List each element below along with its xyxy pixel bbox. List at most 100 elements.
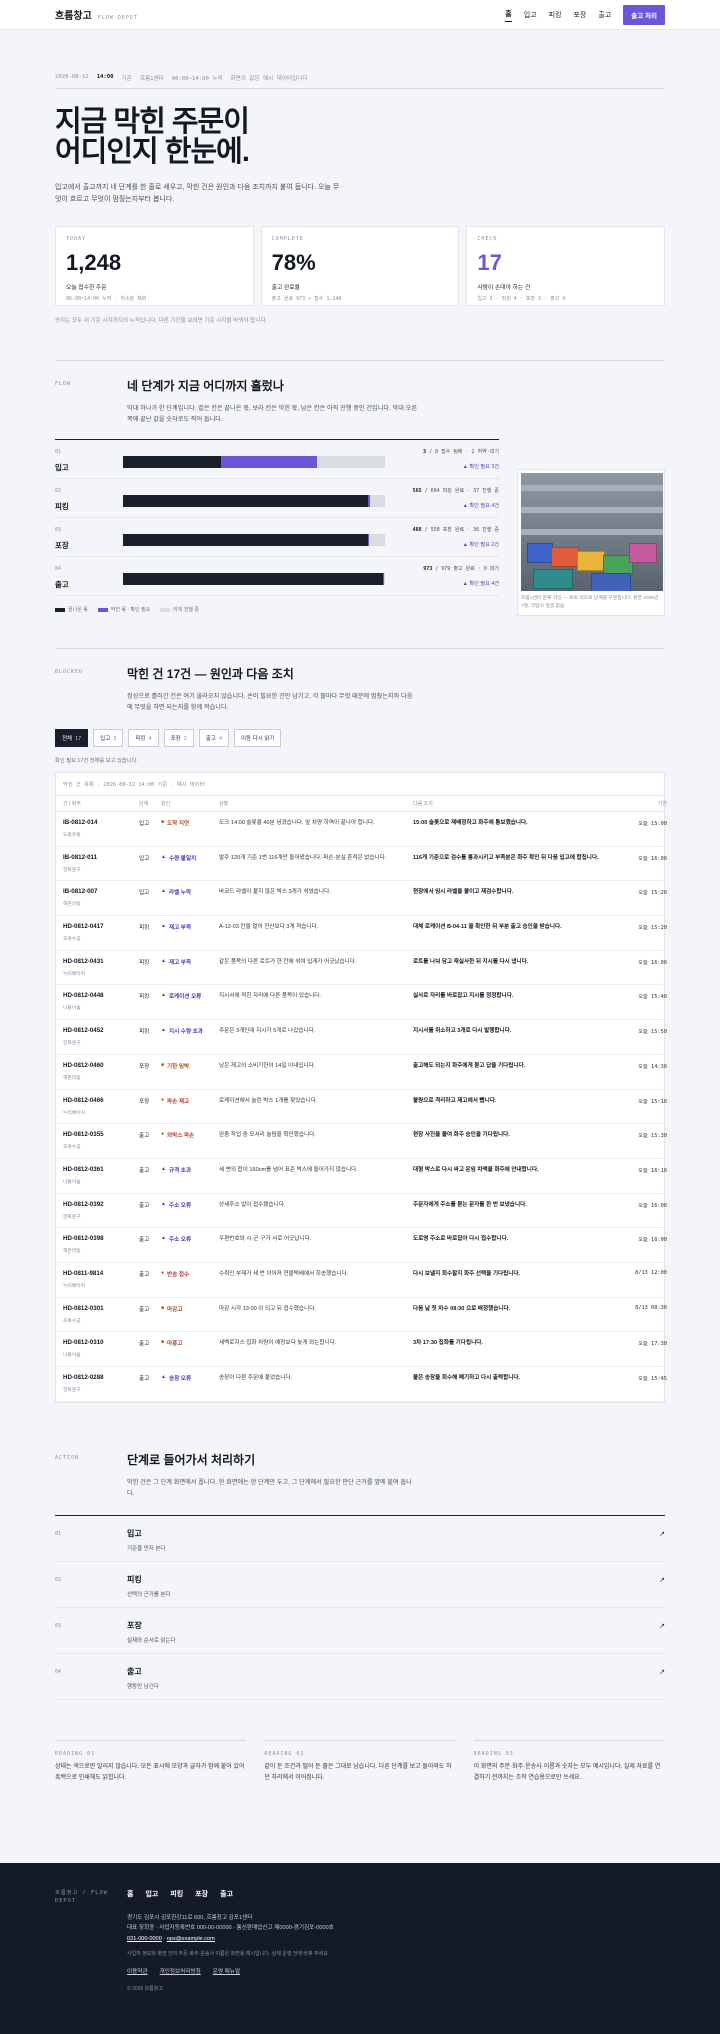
cause-cell: ■ 마감고 xyxy=(161,1305,219,1332)
status-marker-icon: ▲ xyxy=(161,1200,166,1207)
stage-link-picking[interactable]: 02 피킹 선택의 근거를 본다 ↗ xyxy=(55,1562,665,1609)
footer-email[interactable]: ops@example.com xyxy=(167,1936,215,1942)
order-id[interactable]: HD-0812-0355 xyxy=(63,1131,139,1138)
order-id[interactable]: IB-0812-011 xyxy=(63,854,139,861)
stage-link-outbound[interactable]: 04 출고 행동만 남긴다 ↗ xyxy=(55,1654,665,1701)
reading-text: 이 화면의 주문·화주·운송사·이름과 숫자는 모두 예시입니다. 실제 자료를… xyxy=(473,1764,661,1781)
footer-nav-packing[interactable]: 포장 xyxy=(195,1889,208,1899)
next-action-cell: 주문자에게 주소를 묻는 문자를 한 번 보냈습니다. xyxy=(413,1201,527,1208)
stage-stat-detail: / 979 출고 완료 · 0 대기 xyxy=(435,566,499,573)
table-row[interactable]: HD-0812-0417 초록수공 피킹 ▲ 재고 부족 A-12-03 칸을 열어 전산… xyxy=(56,916,667,951)
stage-check-link[interactable]: ▲ 확인 필요 3건 xyxy=(463,463,499,470)
nav-item-outbound[interactable]: 출고 xyxy=(598,8,611,22)
nav-item-packing[interactable]: 포장 xyxy=(573,8,586,22)
table-row[interactable]: HD-0812-0310 나들이숲 출고 ■ 마흥고 세백로지스 집화 차량이 예정보다 … xyxy=(56,1332,667,1368)
table-row[interactable]: HD-0812-0398 해온리빙 출고 ▲ 주소 오류 우편번호와 시·군·구가 서로 … xyxy=(56,1228,667,1263)
filter-chips: 전체 17 입고 3 피킹 4 포장 2 출고 4 이동 다시 읽기 xyxy=(55,729,665,748)
filter-status: 확인 필요 17건 전체를 보고 있습니다. xyxy=(55,758,138,765)
table-row[interactable]: HD-0812-0460 해온리빙 포장 ■ 기한 임박 남은 재고의 소비기한이 14일… xyxy=(56,1055,667,1090)
order-id[interactable]: HD-0812-0301 xyxy=(63,1305,139,1312)
order-id[interactable]: HD-0812-0466 xyxy=(63,1097,139,1104)
next-action-cell: 실사로 자리를 바로잡고 지시를 정정합니다. xyxy=(413,993,514,1000)
table-row[interactable]: IB-0812-007 해온리빙 입고 ▲ 라벨 누락 바코드 라벨이 붙지 않은 박스 … xyxy=(56,881,667,917)
cause-text: 재고 부족 xyxy=(168,925,192,932)
blockers-section: BLOCKED 막힌 건 17건 — 원인과 다음 조치 정상으로 흘러간 건은… xyxy=(55,649,665,714)
footer-nav-outbound[interactable]: 출고 xyxy=(220,1889,233,1899)
order-id[interactable]: HD-0812-0288 xyxy=(63,1374,139,1381)
brand[interactable]: 흐름창고 FLOW·DEPOT xyxy=(55,7,138,22)
order-id[interactable]: IB-0812-014 xyxy=(63,819,139,826)
stage-link-title: 피킹 xyxy=(127,1575,142,1585)
stage-cell: 출고 xyxy=(139,1237,150,1244)
footer-phone[interactable]: 031-000-0000 xyxy=(127,1936,162,1942)
col-stage: 단계 xyxy=(139,801,149,808)
stage-row-outbound: 04 출고 973 / 979 출고 완료 · 0 대기 ▲ 확인 필요 4건 xyxy=(55,557,499,597)
reading-note: READING 03 이 화면의 주문·화주·운송사·이름과 숫자는 모두 예시… xyxy=(473,1740,665,1782)
order-id[interactable]: IB-0812-007 xyxy=(63,888,139,895)
order-id[interactable]: HD-0812-0398 xyxy=(63,1235,139,1242)
cause-text: 기한 임박 xyxy=(167,1063,190,1070)
ship-process-button[interactable]: 출고 처리 xyxy=(623,4,665,25)
order-id[interactable]: HD-0812-0417 xyxy=(63,923,139,930)
stage-check-link[interactable]: ▲ 확인 필요 4건 xyxy=(463,502,499,509)
next-action-cell: 불량으로 격리하고 재고에서 뺍니다. xyxy=(413,1097,497,1104)
nav-item-home[interactable]: 홈 xyxy=(505,7,512,22)
table-row[interactable]: HD-0812-0392 한화문구 출고 ▲ 주소 오류 상세주소 없이 접수됐습니다. 주… xyxy=(56,1194,667,1229)
table-row[interactable]: IB-0812-011 한화문구 입고 ▲ 수량 불일치 발주 120개 기준 1번 11… xyxy=(56,847,667,882)
table-header: 건 / 화주 단계 원인 상황 다음 조치 기한 xyxy=(56,796,667,813)
order-id[interactable]: HD-0812-0361 xyxy=(63,1166,139,1173)
table-row[interactable]: IB-0812-014 도봉유통 입고 ■ 도착 지연 도크 14:00 슬롯을 40분 … xyxy=(56,812,667,847)
filter-chip-picking[interactable]: 피킹 4 xyxy=(128,729,159,748)
table-row[interactable]: HD-0812-0301 초록수공 출고 ■ 마감고 마감 시각 13:00 이 되고 뒤… xyxy=(56,1298,667,1333)
order-id[interactable]: HD-0812-0460 xyxy=(63,1062,139,1069)
table-row[interactable]: HD-0812-0361 나들이숲 출고 ▲ 규격 초과 세 변의 합이 160cm를 넘… xyxy=(56,1159,667,1194)
footer-nav-inbound[interactable]: 입고 xyxy=(145,1889,158,1899)
kpi-label: TODAY xyxy=(66,235,87,242)
stage-row-inbound: 01 입고 3 / 8 접수 팀배 · 2 하역·대기 ▲ 확인 필요 3건 xyxy=(55,440,499,480)
filter-chip-outbound[interactable]: 출고 4 xyxy=(198,729,229,748)
filter-chip-inbound[interactable]: 입고 3 xyxy=(93,729,124,748)
customer-name: 누리베이커 xyxy=(63,971,86,977)
status-marker-icon: ■ xyxy=(161,1339,165,1346)
order-id[interactable]: HD-0812-0392 xyxy=(63,1201,139,1208)
status-marker-icon: ■ xyxy=(161,1061,165,1068)
filter-chip-reload[interactable]: 이동 다시 읽기 xyxy=(234,729,282,748)
stage-link-packing[interactable]: 03 포장 실제와 순서로 읽는다 ↗ xyxy=(55,1608,665,1655)
title-line-2: 어디인지 한눈에. xyxy=(55,136,250,169)
table-row[interactable]: HD-0812-0466 누리베이커 포장 ● 파손 재고 로케이션에서 눌린 박스 1개… xyxy=(56,1090,667,1125)
warehouse-photo-card: 흐름1센터 분류 라인 — 토트 색으로 단계를 구분합니다. 촬영 2026년… xyxy=(517,469,665,617)
stage-link-inbound[interactable]: 01 입고 기준을 먼저 본다 ↗ xyxy=(55,1516,665,1563)
nav-item-inbound[interactable]: 입고 xyxy=(524,8,537,22)
order-id[interactable]: HD-0812-0452 xyxy=(63,1027,139,1034)
table-row[interactable]: HD-0812-0431 누리베이커 피킹 ▲ 재고 부족 같은 품목의 다른 로트가 한… xyxy=(56,951,667,986)
section-tag: ACTION xyxy=(55,1454,80,1461)
table-row[interactable]: HD-0812-0355 초록수공 출고 ● 외박스 파손 완충 작업 중 모서리 눌림을… xyxy=(56,1124,667,1159)
footer-link-terms[interactable]: 이용약관 xyxy=(127,1967,148,1975)
order-id[interactable]: HD-0812-0310 xyxy=(63,1339,139,1346)
order-id[interactable]: HD-0811-9814 xyxy=(63,1270,139,1277)
stage-cell: 입고 xyxy=(139,855,150,862)
table-row[interactable]: HD-0812-0288 한화문구 출고 ▲ 송장 오류 송장이 다른 주문에 붙었습니다… xyxy=(56,1367,667,1402)
order-cell: IB-0812-007 해온리빙 xyxy=(63,888,139,915)
stage-number: 02 xyxy=(55,488,62,495)
filter-chip-packing[interactable]: 포장 2 xyxy=(163,729,194,748)
stage-check-link[interactable]: ▲ 확인 필요 4건 xyxy=(463,580,499,587)
kpi-card-check[interactable]: CHECK 17 사람이 손대야 하는 건 입고 3 · 피킹 4 · 포장 2… xyxy=(466,225,666,306)
table-row[interactable]: HD-0812-0452 한화문구 피킹 ▲ 지시 수량 초과 주문은 3개인데 지시가 … xyxy=(56,1020,667,1055)
site-footer: 흐름창고 / FLOW DEPOT 홈 입고 피킹 포장 출고 경기도 김포시 … xyxy=(0,1862,720,2034)
footer-link-manual[interactable]: 운영 매뉴얼 xyxy=(213,1967,240,1975)
order-id[interactable]: HD-0812-0448 xyxy=(63,992,139,999)
footer-nav-picking[interactable]: 피킹 xyxy=(170,1889,183,1899)
footer-nav-home[interactable]: 홈 xyxy=(127,1889,133,1899)
nav-item-picking[interactable]: 피킹 xyxy=(549,8,562,22)
table-row[interactable]: HD-0812-0448 나들이숲 피킹 ▲ 로케이션 오류 지시서에 적힌 자리에 다른… xyxy=(56,985,667,1021)
filter-chip-all[interactable]: 전체 17 xyxy=(55,729,89,748)
stage-check-link[interactable]: ▲ 확인 필요 2건 xyxy=(463,541,499,548)
customer-name: 도봉유통 xyxy=(63,833,81,839)
order-id[interactable]: HD-0812-0431 xyxy=(63,958,139,965)
footer-link-privacy[interactable]: 개인정보처리방침 xyxy=(160,1967,201,1975)
due-cell: 오늘 16:00 xyxy=(638,959,667,966)
table-row[interactable]: HD-0811-9814 누리베이커 출고 ● 반송 접수 수취인 부재가 세 번 이어져… xyxy=(56,1263,667,1298)
cause-cell: ▲ 수량 불일치 xyxy=(161,854,219,881)
reading-tag: READING 01 xyxy=(55,1751,96,1758)
